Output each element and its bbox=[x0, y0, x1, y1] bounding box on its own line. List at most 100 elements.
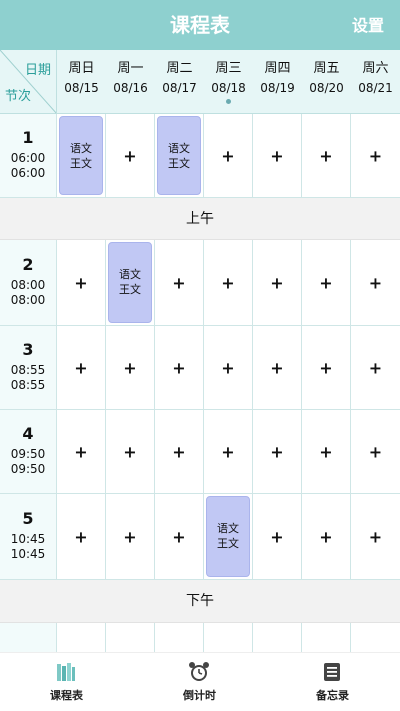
tab-countdown-label: 倒计时 bbox=[183, 689, 216, 702]
empty-slot[interactable]: + bbox=[155, 410, 204, 493]
add-course-icon: + bbox=[221, 273, 235, 292]
settings-button[interactable]: 设置 bbox=[352, 0, 384, 50]
add-course-icon: + bbox=[368, 273, 383, 292]
period-end-time: 08:00 bbox=[10, 293, 46, 307]
period-row: 2 08:00 08:00 + 语文 王文 + + + + + bbox=[0, 240, 400, 326]
add-course-icon: + bbox=[270, 442, 284, 461]
empty-slot[interactable]: + bbox=[57, 494, 106, 579]
empty-slot[interactable]: + bbox=[106, 326, 155, 409]
course-cell[interactable]: 语文 王文 bbox=[155, 114, 204, 197]
empty-slot[interactable]: + bbox=[106, 114, 155, 197]
day-header: 周三 08/18 bbox=[204, 50, 253, 114]
period-cell: 1 06:00 06:00 bbox=[0, 114, 57, 197]
add-course-icon: + bbox=[221, 358, 235, 377]
add-course-icon: + bbox=[74, 442, 88, 461]
empty-slot[interactable]: + bbox=[155, 326, 204, 409]
tab-countdown[interactable]: 倒计时 bbox=[133, 653, 266, 711]
period-end-time: 09:50 bbox=[10, 462, 46, 476]
empty-slot[interactable]: + bbox=[351, 410, 400, 493]
empty-slot[interactable] bbox=[106, 623, 155, 652]
add-course-icon: + bbox=[221, 146, 235, 165]
grid-corner: 日期 节次 bbox=[0, 50, 57, 114]
add-course-icon: + bbox=[368, 442, 383, 461]
course-name: 语文 bbox=[70, 142, 92, 155]
empty-slot[interactable]: + bbox=[351, 114, 400, 197]
date-label: 08/15 bbox=[64, 81, 99, 95]
period-start-time: 06:00 bbox=[10, 151, 46, 165]
day-header: 周一 08/16 bbox=[106, 50, 155, 114]
empty-slot[interactable] bbox=[302, 623, 351, 652]
empty-slot[interactable]: + bbox=[253, 494, 302, 579]
empty-slot[interactable]: + bbox=[57, 410, 106, 493]
period-number: 3 bbox=[22, 340, 34, 359]
empty-slot[interactable]: + bbox=[351, 326, 400, 409]
add-course-icon: + bbox=[221, 442, 235, 461]
course-card[interactable]: 语文 王文 bbox=[59, 116, 103, 195]
add-course-icon: + bbox=[319, 358, 333, 377]
empty-slot[interactable]: + bbox=[302, 410, 351, 493]
add-course-icon: + bbox=[123, 442, 137, 461]
period-cell: 3 08:55 08:55 bbox=[0, 326, 57, 409]
day-header: 周二 08/17 bbox=[155, 50, 204, 114]
date-label: 08/20 bbox=[309, 81, 344, 95]
course-card[interactable]: 语文 王文 bbox=[206, 496, 250, 577]
empty-slot[interactable]: + bbox=[155, 494, 204, 579]
empty-slot[interactable] bbox=[204, 623, 253, 652]
course-cell[interactable]: 语文 王文 bbox=[204, 494, 253, 579]
empty-slot[interactable]: + bbox=[57, 326, 106, 409]
empty-slot[interactable]: + bbox=[253, 326, 302, 409]
course-card[interactable]: 语文 王文 bbox=[108, 242, 152, 323]
empty-slot[interactable]: + bbox=[204, 410, 253, 493]
empty-slot[interactable]: + bbox=[253, 240, 302, 325]
day-header: 周日 08/15 bbox=[57, 50, 106, 114]
course-teacher: 王文 bbox=[70, 157, 92, 170]
course-cell[interactable]: 语文 王文 bbox=[57, 114, 106, 197]
period-number: 2 bbox=[22, 255, 34, 274]
empty-slot[interactable] bbox=[253, 623, 302, 652]
day-header: 周四 08/19 bbox=[253, 50, 302, 114]
empty-slot[interactable]: + bbox=[106, 494, 155, 579]
period-start-time: 08:00 bbox=[10, 278, 46, 292]
course-cell[interactable]: 语文 王文 bbox=[106, 240, 155, 325]
memo-list-icon bbox=[324, 663, 340, 681]
period-number: 1 bbox=[22, 128, 34, 147]
empty-slot[interactable]: + bbox=[302, 494, 351, 579]
bottom-tab-bar: 课程表 倒计时 备忘录 bbox=[0, 652, 400, 711]
course-card[interactable]: 语文 王文 bbox=[157, 116, 201, 195]
add-course-icon: + bbox=[74, 527, 88, 546]
empty-slot[interactable]: + bbox=[302, 326, 351, 409]
add-course-icon: + bbox=[368, 146, 383, 165]
add-course-icon: + bbox=[123, 527, 137, 546]
empty-slot[interactable]: + bbox=[302, 114, 351, 197]
add-course-icon: + bbox=[319, 442, 333, 461]
date-header-row: 日期 节次 周日 08/15 周一 08/16 周二 08/17 周三 08/18 周四 08/1… bbox=[0, 50, 400, 114]
empty-slot[interactable]: + bbox=[253, 410, 302, 493]
day-header: 周六 08/21 bbox=[351, 50, 400, 114]
add-course-icon: + bbox=[319, 527, 333, 546]
course-teacher: 王文 bbox=[119, 283, 141, 296]
period-cell: 2 08:00 08:00 bbox=[0, 240, 57, 325]
add-course-icon: + bbox=[123, 358, 137, 377]
empty-slot[interactable]: + bbox=[155, 240, 204, 325]
empty-slot[interactable] bbox=[155, 623, 204, 652]
empty-slot[interactable] bbox=[57, 623, 106, 652]
empty-slot[interactable]: + bbox=[302, 240, 351, 325]
add-course-icon: + bbox=[319, 146, 333, 165]
add-course-icon: + bbox=[123, 146, 137, 165]
tab-timetable[interactable]: 课程表 bbox=[0, 653, 133, 711]
course-name: 语文 bbox=[217, 522, 239, 535]
empty-slot[interactable]: + bbox=[57, 240, 106, 325]
empty-slot[interactable]: + bbox=[106, 410, 155, 493]
tab-memo-label: 备忘录 bbox=[316, 689, 349, 702]
empty-slot[interactable]: + bbox=[204, 114, 253, 197]
empty-slot[interactable]: + bbox=[351, 240, 400, 325]
empty-slot[interactable]: + bbox=[204, 240, 253, 325]
period-cell bbox=[0, 623, 57, 652]
period-cell: 5 10:45 10:45 bbox=[0, 494, 57, 579]
today-indicator bbox=[226, 99, 231, 104]
tab-memo[interactable]: 备忘录 bbox=[266, 653, 399, 711]
empty-slot[interactable]: + bbox=[204, 326, 253, 409]
page-title: 课程表 bbox=[170, 13, 230, 37]
empty-slot[interactable]: + bbox=[351, 494, 400, 579]
empty-slot[interactable]: + bbox=[253, 114, 302, 197]
